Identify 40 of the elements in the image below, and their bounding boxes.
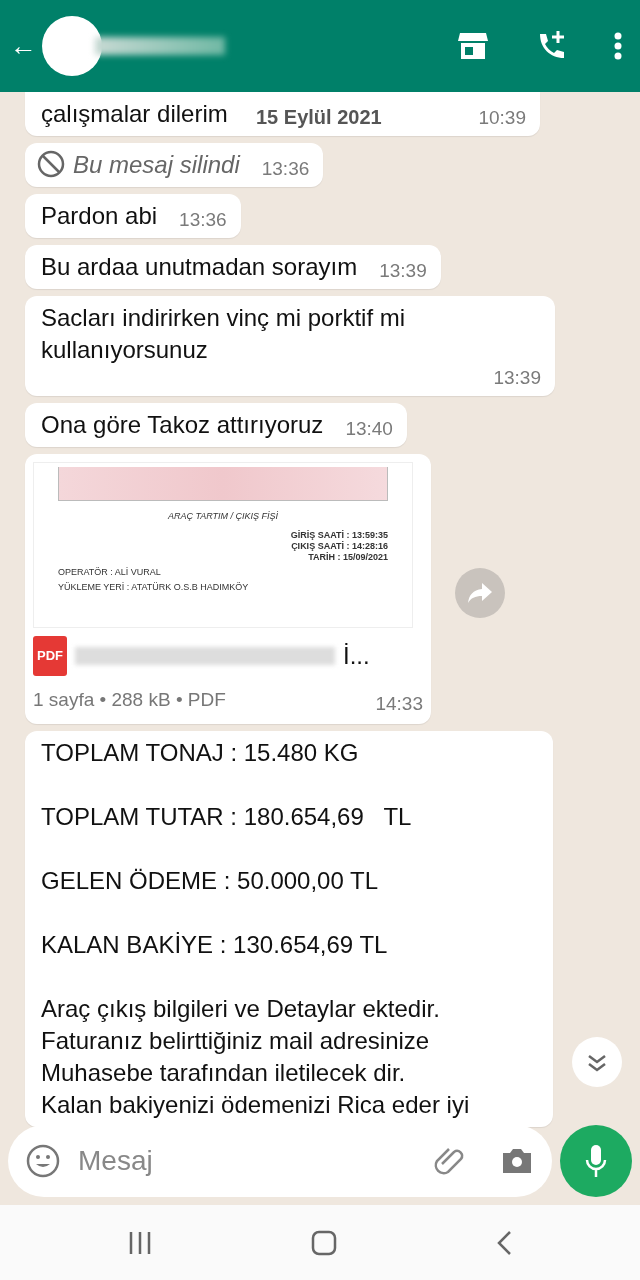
document-bubble[interactable]: ARAÇ TARTIM / ÇIKIŞ FİŞİ GİRİŞ SAATİ : 13:59:35 ÇIKIŞ SAATİ : 14:28:16 TARİH : 15/09/2021 OPERATÖR : ALİ VURAL YÜKLEME YERİ : ATATÜRK O.S.B HADIMKÖY PDF İ... 1 sayfa • 288 kB • PDF 14:33	[25, 454, 431, 724]
forward-icon	[468, 582, 492, 603]
message-input[interactable]: Mesaj	[76, 1139, 396, 1183]
back-button[interactable]: ←	[10, 25, 37, 67]
avatar-icon[interactable]	[40, 15, 103, 77]
message-text: Pardon abi	[41, 201, 158, 231]
chevrons-down-icon	[586, 1052, 608, 1073]
store-icon[interactable]	[458, 33, 488, 59]
microphone-icon	[585, 1144, 607, 1178]
message-text: Sacları indirirken vinç mi porktif mi kullanıyorsunuz	[41, 303, 407, 365]
message-time: 13:36	[260, 157, 310, 181]
scroll-down-button[interactable]	[572, 1037, 622, 1087]
message-time: 13:39	[492, 366, 541, 390]
document-line: OPERATÖR : ALİ VURAL	[58, 567, 162, 578]
more-options-icon[interactable]	[614, 32, 622, 60]
document-info: 1 sayfa • 288 kB • PDF	[33, 688, 226, 712]
message-text: Bu ardaa unutmadan sorayım	[41, 252, 358, 282]
message-time: 14:33	[374, 692, 423, 716]
message-text: Ona göre Takoz attırıyoruz	[41, 410, 324, 440]
document-line: GİRİŞ SAATİ : 13:59:35	[289, 530, 388, 541]
document-line: ÇIKIŞ SAATİ : 14:28:16	[290, 541, 388, 552]
recent-apps-icon[interactable]	[127, 1230, 152, 1255]
camera-icon[interactable]	[500, 1147, 534, 1175]
file-name: İ...	[343, 641, 370, 671]
message-time: 13:40	[344, 417, 393, 441]
message-time: 13:36	[178, 208, 227, 232]
message-time: 10:39	[477, 106, 526, 130]
back-icon[interactable]	[496, 1229, 513, 1256]
deleted-icon	[37, 150, 65, 178]
message-text: TOPLAM TONAJ : 15.480 KG TOPLAM TUTAR : 180.654,69 TL GELEN ÖDEME : 50.000,00 TL KALAN BAKİYE : 130.654,69 TL Araç çıkış bilgileri ve Detaylar ektedir. Faturanız belirttiğiniz mail adresinize Muhasebe tarafından iletilecek dir. Kalan bakiyenizi ödemenizi Rica eder iyi	[41, 738, 470, 1120]
deleted-message-text: Bu mesaj silindi	[73, 150, 240, 180]
emoji-icon[interactable]	[26, 1144, 60, 1178]
document-heading: ARAÇ TARTIM / ÇIKIŞ FİŞİ	[166, 511, 280, 522]
message-time: 13:39	[378, 259, 427, 283]
document-line: TARİH : 15/09/2021	[307, 552, 388, 563]
document-line: YÜKLEME YERİ : ATATÜRK O.S.B HADIMKÖY	[58, 582, 250, 593]
message-text: çalışmalar dilerim	[41, 99, 228, 129]
message-field[interactable]: Mesaj	[8, 1125, 552, 1197]
home-icon[interactable]	[311, 1229, 337, 1256]
pdf-file-icon: PDF	[33, 636, 67, 676]
